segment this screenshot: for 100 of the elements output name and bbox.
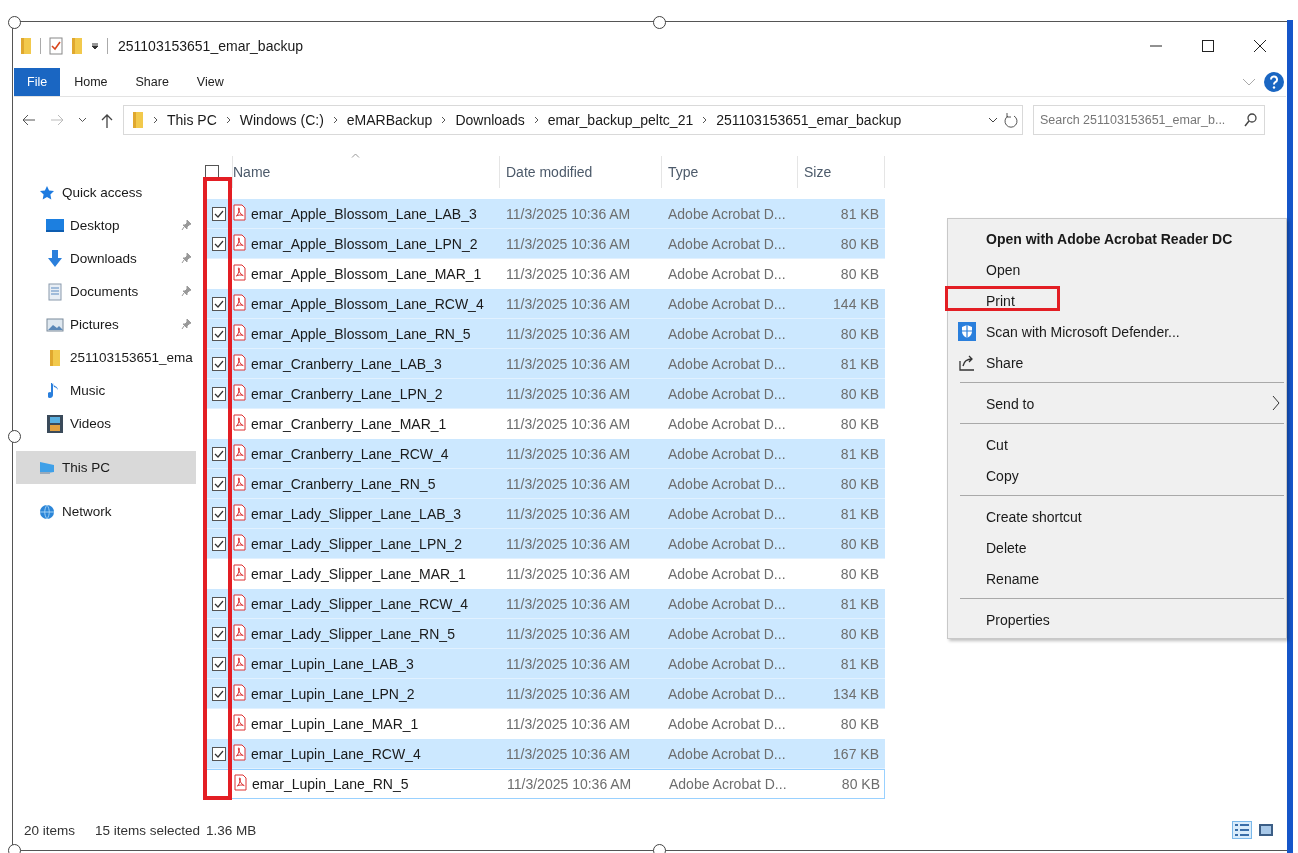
menu-item[interactable]: Delete xyxy=(948,532,1286,563)
menu-item[interactable]: Scan with Microsoft Defender... xyxy=(948,316,1286,347)
ribbon-tab[interactable]: Home xyxy=(60,68,122,96)
window-title: 251103153651_emar_backup xyxy=(118,37,303,54)
row-checkbox[interactable] xyxy=(212,446,226,461)
breadcrumb[interactable]: 251103153651_emar_backup xyxy=(716,112,902,128)
ribbon-tab[interactable]: View xyxy=(182,68,238,96)
file-row[interactable]: emar_Cranberry_Lane_RCW_4 11/3/2025 10:36 AM Adobe Acrobat D... 81 KB xyxy=(205,439,885,469)
breadcrumb[interactable]: eMARBackup xyxy=(346,112,433,128)
row-checkbox[interactable] xyxy=(212,686,226,701)
sidebar-item[interactable]: Music xyxy=(16,374,196,407)
row-checkbox[interactable] xyxy=(212,296,226,311)
address-bar[interactable]: This PC Windows (C:) eMARBackup Downloads emar_backup_peltc_21 251103153651_emar_backup xyxy=(123,105,1023,135)
file-row[interactable]: emar_Lupin_Lane_LAB_3 11/3/2025 10:36 AM Adobe Acrobat D... 81 KB xyxy=(205,649,885,679)
column-header[interactable]: Name xyxy=(233,156,500,188)
breadcrumb[interactable]: Windows (C:) xyxy=(239,112,324,128)
row-checkbox[interactable] xyxy=(212,206,226,221)
ribbon-tab[interactable]: Share xyxy=(121,68,183,96)
row-checkbox[interactable] xyxy=(212,536,226,551)
file-name: emar_Lady_Slipper_Lane_RCW_4 xyxy=(251,595,470,612)
menu-item[interactable]: Copy xyxy=(948,460,1286,491)
menu-item[interactable]: Open xyxy=(948,254,1286,285)
row-checkbox[interactable] xyxy=(212,386,226,401)
type-cell-text: Adobe Acrobat D... xyxy=(667,685,787,702)
file-row[interactable]: emar_Cranberry_Lane_RN_5 11/3/2025 10:36 AM Adobe Acrobat D... 80 KB xyxy=(205,469,885,499)
file-row[interactable]: emar_Cranberry_Lane_LPN_2 11/3/2025 10:36 AM Adobe Acrobat D... 80 KB xyxy=(205,379,885,409)
sidebar-item[interactable]: This PC xyxy=(16,451,196,484)
large-icons-view-icon xyxy=(1258,823,1274,837)
row-checkbox[interactable] xyxy=(212,656,226,671)
file-row[interactable]: emar_Cranberry_Lane_MAR_1 11/3/2025 10:36 AM Adobe Acrobat D... 80 KB xyxy=(205,409,885,439)
menu-item[interactable]: Properties xyxy=(948,604,1286,635)
file-row[interactable]: emar_Lupin_Lane_MAR_1 11/3/2025 10:36 AM Adobe Acrobat D... 80 KB xyxy=(205,709,885,739)
help-icon[interactable] xyxy=(1264,72,1284,92)
resize-handle[interactable] xyxy=(653,16,666,29)
file-row[interactable]: emar_Apple_Blossom_Lane_RCW_4 11/3/2025 10:36 AM Adobe Acrobat D... 144 KB xyxy=(205,289,885,319)
breadcrumb[interactable]: Downloads xyxy=(455,112,525,128)
sidebar-item[interactable]: 251103153651_ema xyxy=(16,341,196,374)
menu-item[interactable]: Cut xyxy=(948,429,1286,460)
sidebar-item[interactable]: Pictures xyxy=(16,308,196,341)
pdf-file-icon xyxy=(233,714,246,731)
chevron-right-icon xyxy=(441,116,447,124)
row-checkbox[interactable] xyxy=(212,236,226,251)
back-arrow-icon[interactable] xyxy=(22,114,36,126)
column-header[interactable]: Size xyxy=(798,156,885,188)
sidebar-item[interactable]: Videos xyxy=(16,407,196,440)
row-checkbox[interactable] xyxy=(212,626,226,641)
ribbon-tab[interactable]: File xyxy=(14,68,61,96)
menu-item[interactable]: Create shortcut xyxy=(948,501,1286,532)
chevron-down-icon[interactable] xyxy=(988,117,998,123)
row-checkbox[interactable] xyxy=(212,326,226,341)
sidebar-item[interactable]: Network xyxy=(16,495,196,528)
menu-item[interactable]: Send to xyxy=(948,388,1286,419)
file-row[interactable]: emar_Lady_Slipper_Lane_MAR_1 11/3/2025 10:36 AM Adobe Acrobat D... 80 KB xyxy=(205,559,885,589)
refresh-icon[interactable] xyxy=(1004,112,1018,128)
menu-item[interactable]: Share xyxy=(948,347,1286,378)
search-field[interactable]: Search 251103153651_emar_b... xyxy=(1033,105,1265,135)
sidebar-item[interactable]: Desktop xyxy=(16,209,196,242)
film-icon xyxy=(47,414,63,433)
view-button[interactable] xyxy=(1256,821,1276,839)
menu-item[interactable]: Open with Adobe Acrobat Reader DC xyxy=(948,223,1286,254)
row-checkbox[interactable] xyxy=(212,506,226,521)
file-row[interactable]: emar_Lupin_Lane_RN_5 11/3/2025 10:36 AM Adobe Acrobat D... 80 KB xyxy=(205,769,885,799)
resize-handle[interactable] xyxy=(8,430,21,443)
breadcrumb[interactable]: This PC xyxy=(167,112,217,128)
file-row[interactable]: emar_Apple_Blossom_Lane_LPN_2 11/3/2025 10:36 AM Adobe Acrobat D... 80 KB xyxy=(205,229,885,259)
row-checkbox[interactable] xyxy=(212,356,226,371)
file-row[interactable]: emar_Cranberry_Lane_LAB_3 11/3/2025 10:36 AM Adobe Acrobat D... 81 KB xyxy=(205,349,885,379)
menu-item[interactable]: Print xyxy=(948,285,1286,316)
view-button[interactable] xyxy=(1232,821,1252,839)
date-cell-text: 11/3/2025 10:36 AM xyxy=(505,625,632,642)
file-row[interactable]: emar_Lady_Slipper_Lane_LAB_3 11/3/2025 10:36 AM Adobe Acrobat D... 81 KB xyxy=(205,499,885,529)
sidebar-item[interactable]: Documents xyxy=(16,275,196,308)
sidebar-item[interactable]: Downloads xyxy=(16,242,196,275)
size-cell-text: 80 KB xyxy=(839,235,880,252)
pdf-file-icon xyxy=(233,533,246,551)
up-arrow-icon[interactable] xyxy=(101,112,113,128)
pdf-file-icon xyxy=(233,653,246,671)
file-row[interactable]: emar_Lupin_Lane_RCW_4 11/3/2025 10:36 AM Adobe Acrobat D... 167 KB xyxy=(205,739,885,769)
size-cell-text: 80 KB xyxy=(840,776,881,792)
file-row[interactable]: emar_Apple_Blossom_Lane_MAR_1 11/3/2025 10:36 AM Adobe Acrobat D... 80 KB xyxy=(205,259,885,289)
file-name: emar_Apple_Blossom_Lane_LAB_3 xyxy=(251,205,478,222)
row-checkbox[interactable] xyxy=(212,746,226,761)
breadcrumb[interactable]: emar_backup_peltc_21 xyxy=(547,112,694,128)
file-row[interactable]: emar_Lady_Slipper_Lane_LPN_2 11/3/2025 10:36 AM Adobe Acrobat D... 80 KB xyxy=(205,529,885,559)
row-checkbox[interactable] xyxy=(212,596,226,611)
chevron-down-icon[interactable] xyxy=(78,117,87,123)
file-row[interactable]: emar_Apple_Blossom_Lane_RN_5 11/3/2025 10:36 AM Adobe Acrobat D... 80 KB xyxy=(205,319,885,349)
column-header[interactable]: Type xyxy=(662,156,798,188)
file-row[interactable]: emar_Lady_Slipper_Lane_RN_5 11/3/2025 10:36 AM Adobe Acrobat D... 80 KB xyxy=(205,619,885,649)
row-checkbox[interactable] xyxy=(212,476,226,491)
document-icon xyxy=(48,282,62,301)
resize-handle[interactable] xyxy=(8,16,21,29)
file-row[interactable]: emar_Apple_Blossom_Lane_LAB_3 11/3/2025 10:36 AM Adobe Acrobat D... 81 KB xyxy=(205,199,885,229)
sidebar-item[interactable]: Quick access xyxy=(16,176,196,209)
column-header[interactable]: Date modified xyxy=(500,156,662,188)
file-row[interactable]: emar_Lady_Slipper_Lane_RCW_4 11/3/2025 10:36 AM Adobe Acrobat D... 81 KB xyxy=(205,589,885,619)
menu-item[interactable]: Rename xyxy=(948,563,1286,594)
checkmark-document-icon[interactable] xyxy=(49,36,63,55)
file-row[interactable]: emar_Lupin_Lane_LPN_2 11/3/2025 10:36 AM Adobe Acrobat D... 134 KB xyxy=(205,679,885,709)
dropdown-icon[interactable] xyxy=(91,41,99,50)
